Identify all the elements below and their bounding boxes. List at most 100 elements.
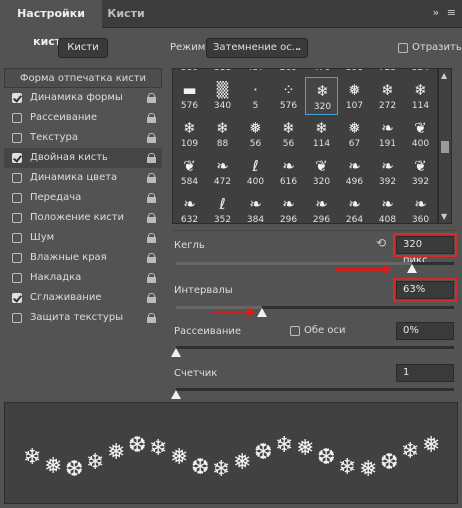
panel-menu-icons[interactable]: » ≡ xyxy=(433,6,458,19)
both-axes-toggle[interactable]: Обе оси xyxy=(290,325,345,336)
brush-preset[interactable]: ❦ 584 xyxy=(173,153,206,191)
brush-preset[interactable]: ❧ 472 xyxy=(206,153,239,191)
brush-preset[interactable]: ❦ 320 xyxy=(305,153,338,191)
brush-preset[interactable]: · 5 xyxy=(239,77,272,115)
count-slider-handle[interactable] xyxy=(171,390,181,399)
lock-icon[interactable] xyxy=(147,253,156,263)
lock-icon[interactable] xyxy=(147,113,156,123)
settings-item[interactable]: Передача xyxy=(4,188,162,208)
brush-preset[interactable]: ❧ 296 xyxy=(305,191,338,223)
brush-preset[interactable]: ℓ 400 xyxy=(239,153,272,191)
brush-preset[interactable]: ·524 xyxy=(404,69,437,77)
brush-preset[interactable]: ❄ 114 xyxy=(404,77,437,115)
brush-preset[interactable]: ▒ 340 xyxy=(206,77,239,115)
lock-icon[interactable] xyxy=(147,273,156,283)
size-slider-handle[interactable] xyxy=(407,264,418,273)
brush-preset[interactable]: ·269 xyxy=(272,69,305,77)
brush-preset[interactable]: ❧ 392 xyxy=(371,153,404,191)
count-slider[interactable] xyxy=(176,388,454,391)
settings-item-checkbox[interactable] xyxy=(12,173,22,183)
scroll-thumb[interactable] xyxy=(441,141,449,153)
lock-icon[interactable] xyxy=(147,193,156,203)
brush-preset[interactable]: ❧ 360 xyxy=(404,191,437,223)
settings-item-checkbox[interactable] xyxy=(12,113,22,123)
settings-item-checkbox[interactable] xyxy=(12,93,22,103)
settings-item[interactable]: Двойная кисть xyxy=(4,148,162,168)
settings-item[interactable]: Текстура xyxy=(4,128,162,148)
lock-icon[interactable] xyxy=(147,173,156,183)
tab-brush-settings[interactable]: Настройки кисти xyxy=(0,0,102,48)
brush-preset[interactable]: ❅ 56 xyxy=(239,115,272,153)
brush-tip-shape-item[interactable]: Форма отпечатка кисти xyxy=(4,68,162,88)
brush-preset[interactable]: ·318 xyxy=(206,69,239,77)
brush-preset[interactable]: ❦ 392 xyxy=(404,153,437,191)
brush-preset[interactable]: ❦ 400 xyxy=(404,115,437,153)
settings-item-checkbox[interactable] xyxy=(12,213,22,223)
settings-item[interactable]: Влажные края xyxy=(4,248,162,268)
brush-preset[interactable]: ❄ 88 xyxy=(206,115,239,153)
settings-item-checkbox[interactable] xyxy=(12,253,22,263)
tab-brushes[interactable]: Кисти xyxy=(104,0,148,28)
settings-item[interactable]: Шум xyxy=(4,228,162,248)
brush-preset[interactable]: ·437 xyxy=(239,69,272,77)
settings-item[interactable]: Положение кисти xyxy=(4,208,162,228)
brush-preset[interactable]: ·723 xyxy=(371,69,404,77)
menu-icon[interactable]: ≡ xyxy=(447,6,458,19)
expand-icon[interactable]: » xyxy=(433,6,442,19)
settings-item-checkbox[interactable] xyxy=(12,133,22,143)
brush-preset[interactable]: ❧ 632 xyxy=(173,191,206,223)
lock-icon[interactable] xyxy=(147,293,156,303)
brush-preset[interactable]: ·476 xyxy=(305,69,338,77)
brush-preset[interactable]: ❅ 67 xyxy=(338,115,371,153)
spacing-slider-handle[interactable] xyxy=(257,308,268,317)
brush-preset[interactable]: ❧ 384 xyxy=(239,191,272,223)
brush-preset[interactable]: ·398 xyxy=(338,69,371,77)
lock-icon[interactable] xyxy=(147,313,156,323)
brush-preset[interactable]: ❧ 496 xyxy=(338,153,371,191)
lock-icon[interactable] xyxy=(147,133,156,143)
settings-item[interactable]: Динамика цвета xyxy=(4,168,162,188)
brush-preset[interactable]: ❧ 264 xyxy=(338,191,371,223)
both-axes-checkbox[interactable] xyxy=(290,326,300,336)
lock-icon[interactable] xyxy=(147,93,156,103)
reflect-checkbox[interactable] xyxy=(398,43,408,53)
scatter-field[interactable]: 0% xyxy=(396,322,454,340)
settings-item[interactable]: Защита текстуры xyxy=(4,308,162,328)
brush-preset[interactable]: ❄ 109 xyxy=(173,115,206,153)
brush-preset[interactable]: ❧ 191 xyxy=(371,115,404,153)
spacing-slider[interactable] xyxy=(176,306,454,309)
scatter-slider[interactable] xyxy=(176,346,454,349)
grid-scrollbar[interactable]: ▲ ▼ xyxy=(438,68,452,224)
reflect-toggle[interactable]: Отразить xyxy=(398,42,462,53)
brush-preset[interactable]: ▬ 576 xyxy=(173,77,206,115)
settings-item[interactable]: Динамика формы xyxy=(4,88,162,108)
scroll-up-icon[interactable]: ▲ xyxy=(441,71,447,80)
brush-preset[interactable]: ·580 xyxy=(173,69,206,77)
scroll-down-icon[interactable]: ▼ xyxy=(441,212,447,221)
settings-item[interactable]: Рассеивание xyxy=(4,108,162,128)
settings-item-checkbox[interactable] xyxy=(12,273,22,283)
brush-preset[interactable]: ℓ 352 xyxy=(206,191,239,223)
settings-item[interactable]: Сглаживание xyxy=(4,288,162,308)
brush-preset[interactable]: ❧ 408 xyxy=(371,191,404,223)
brush-preset[interactable]: ❅ 107 xyxy=(338,77,371,115)
brush-preset[interactable]: ❧ 296 xyxy=(272,191,305,223)
count-field[interactable]: 1 xyxy=(396,364,454,382)
settings-item-checkbox[interactable] xyxy=(12,293,22,303)
settings-item-checkbox[interactable] xyxy=(12,233,22,243)
brush-preset[interactable]: ❄ 56 xyxy=(272,115,305,153)
settings-item[interactable]: Накладка xyxy=(4,268,162,288)
scatter-slider-handle[interactable] xyxy=(171,348,181,357)
mode-select[interactable]: Затемнение ос... ⌄ xyxy=(206,38,308,58)
lock-icon[interactable] xyxy=(147,233,156,243)
lock-icon[interactable] xyxy=(147,153,156,163)
brush-preset[interactable]: ❄ 320 xyxy=(305,77,338,115)
brush-preset[interactable]: ❄ 272 xyxy=(371,77,404,115)
brushes-button[interactable]: Кисти xyxy=(58,38,108,58)
brush-preset[interactable]: ❄ 114 xyxy=(305,115,338,153)
reset-icon[interactable]: ⟲ xyxy=(376,236,386,250)
lock-icon[interactable] xyxy=(147,213,156,223)
settings-item-checkbox[interactable] xyxy=(12,193,22,203)
brush-preset[interactable]: ❧ 616 xyxy=(272,153,305,191)
brush-preset[interactable]: ⁘ 576 xyxy=(272,77,305,115)
